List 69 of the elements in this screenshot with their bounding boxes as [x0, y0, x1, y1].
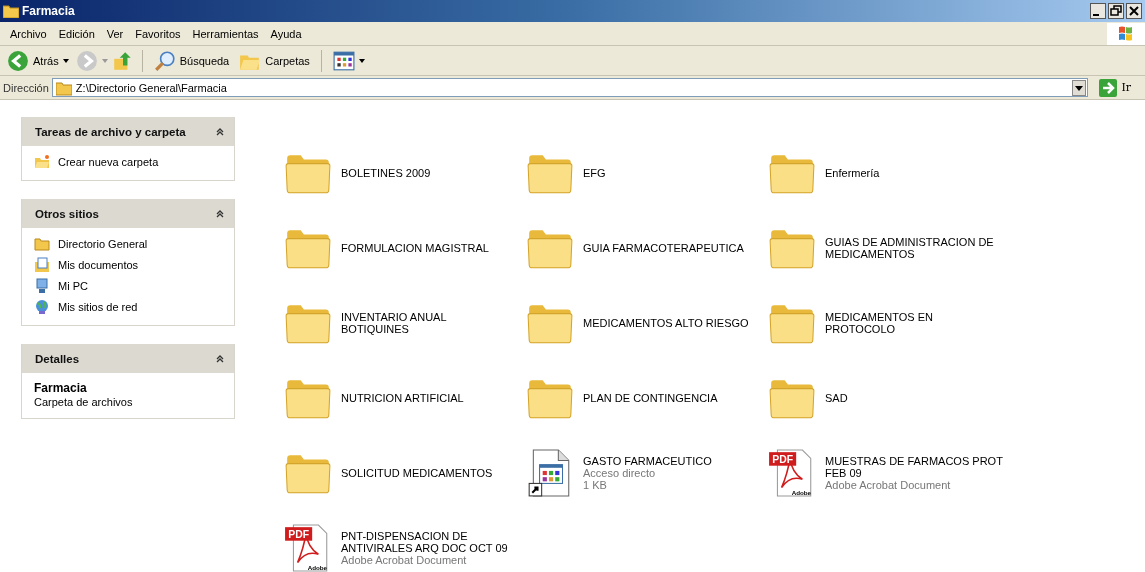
- caret-icon: [358, 58, 365, 63]
- folder-icon: [34, 236, 50, 252]
- file-name[interactable]: SOLICITUD MEDICAMENTOS: [341, 466, 493, 479]
- file-name[interactable]: MUESTRAS DE FARMACOS PROT FEB 09: [825, 454, 1003, 479]
- restore-button[interactable]: [1108, 3, 1124, 19]
- folders-button[interactable]: Carpetas: [236, 47, 313, 74]
- folder-icon: [55, 79, 72, 96]
- file-name[interactable]: INVENTARIO ANUAL BOTIQUINES: [341, 310, 447, 335]
- panel-header[interactable]: Otros sitios: [22, 199, 234, 228]
- close-button[interactable]: [1126, 3, 1142, 19]
- panel-title: Detalles: [35, 352, 80, 365]
- menu-item[interactable]: Favoritos: [129, 27, 187, 40]
- forward-button[interactable]: [75, 49, 98, 72]
- file-name[interactable]: EFG: [583, 166, 606, 179]
- collapse-icon[interactable]: [216, 209, 224, 218]
- menu-item[interactable]: Ayuda: [264, 27, 308, 40]
- back-button[interactable]: Atrás: [4, 47, 72, 74]
- details-type: Carpeta de archivos: [34, 396, 134, 408]
- up-folder-button[interactable]: [111, 49, 134, 72]
- address-label: Dirección: [3, 81, 49, 94]
- file-detail: Acceso directo: [583, 466, 657, 479]
- file-detail: Adobe Acrobat Document: [825, 478, 952, 491]
- file-name[interactable]: GASTO FARMACEUTICO: [583, 454, 712, 467]
- collapse-icon[interactable]: [216, 127, 224, 136]
- address-field[interactable]: Z:\Directorio General\Farmacia: [51, 78, 1089, 97]
- details-name: Farmacia: [34, 381, 88, 395]
- file-detail: Adobe Acrobat Document: [341, 553, 468, 566]
- file-name[interactable]: GUIA FARMACOTERAPEUTICA: [583, 241, 744, 254]
- views-icon: [332, 49, 355, 72]
- file-detail: 1 KB: [583, 478, 608, 491]
- panel-link[interactable]: Directorio General: [58, 238, 148, 250]
- panel-link[interactable]: Crear nueva carpeta: [58, 156, 159, 168]
- panel-link[interactable]: Mi PC: [58, 280, 88, 292]
- globe-icon: [34, 299, 50, 315]
- flag-logo-icon: [1107, 22, 1145, 45]
- file-name[interactable]: MEDICAMENTOS ALTO RIESGO: [583, 316, 749, 329]
- computer-icon: [34, 278, 50, 294]
- documents-icon: [34, 257, 50, 273]
- go-button[interactable]: Ir: [1091, 78, 1145, 97]
- menu-item[interactable]: Herramientas: [186, 27, 265, 40]
- panel-link[interactable]: Mis documentos: [58, 259, 139, 271]
- caret-icon[interactable]: [101, 58, 108, 63]
- file-name[interactable]: Enfermería: [825, 166, 880, 179]
- search-icon: [153, 49, 176, 72]
- minimize-button[interactable]: [1090, 3, 1106, 19]
- search-button[interactable]: Búsqueda: [150, 47, 233, 74]
- file-name[interactable]: PLAN DE CONTINGENCIA: [583, 391, 718, 404]
- file-name[interactable]: GUIAS DE ADMINISTRACION DE MEDICAMENTOS: [825, 235, 994, 260]
- panel-link[interactable]: Mis sitios de red: [58, 301, 138, 313]
- file-name[interactable]: BOLETINES 2009: [341, 166, 431, 179]
- panel-title: Otros sitios: [35, 207, 99, 220]
- file-name[interactable]: FORMULACION MAGISTRAL: [341, 241, 489, 254]
- caret-icon: [62, 58, 69, 63]
- collapse-icon[interactable]: [216, 354, 224, 363]
- menu-item[interactable]: Archivo: [4, 27, 53, 40]
- file-name[interactable]: PNT-DISPENSACION DE ANTIVIRALES ARQ DOC OCT 09: [341, 529, 508, 554]
- folder-icon: [3, 4, 19, 18]
- folder-icon: [34, 154, 50, 170]
- file-name[interactable]: MEDICAMENTOS EN PROTOCOLO: [825, 310, 933, 335]
- window-title: Farmacia: [22, 4, 76, 18]
- menu-item[interactable]: Ver: [100, 27, 130, 40]
- menu-item[interactable]: Edición: [52, 27, 101, 40]
- panel-header[interactable]: Detalles: [22, 344, 234, 373]
- file-name[interactable]: NUTRICION ARTIFICIAL: [341, 391, 464, 404]
- dropdown-icon[interactable]: [1072, 79, 1087, 96]
- file-name[interactable]: SAD: [825, 391, 848, 404]
- go-arrow-icon: [1099, 78, 1118, 97]
- panel-header[interactable]: Tareas de archivo y carpeta: [22, 117, 234, 146]
- panel-title: Tareas de archivo y carpeta: [35, 125, 186, 138]
